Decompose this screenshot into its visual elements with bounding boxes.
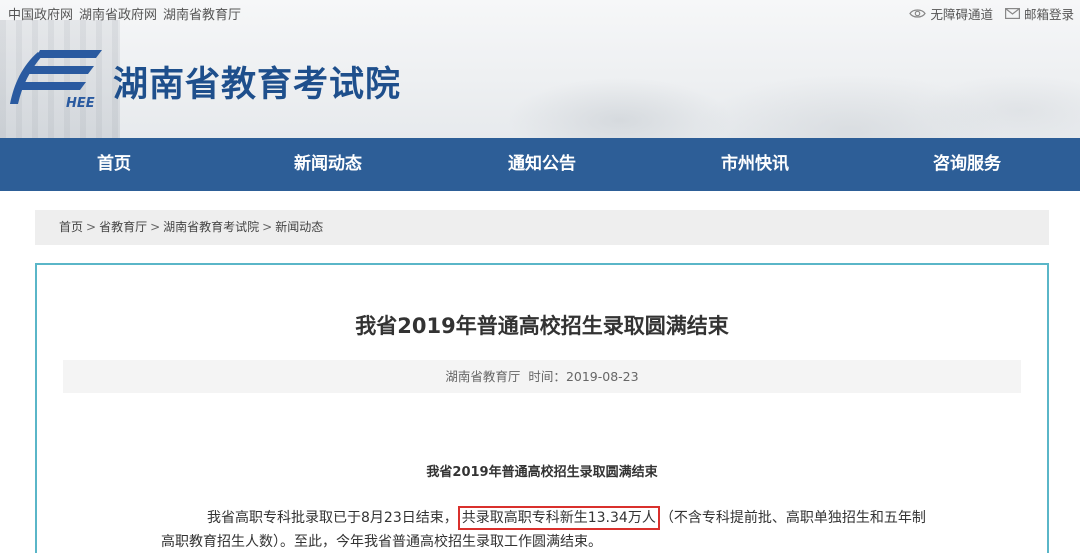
breadcrumb-separator: > xyxy=(86,220,97,234)
article-time-label: 时间： xyxy=(528,369,566,384)
utility-links: 无障碍通道 邮箱登录 xyxy=(909,4,1074,23)
site-logo[interactable]: HEE xyxy=(8,44,104,111)
nav-item-news[interactable]: 新闻动态 xyxy=(228,138,428,191)
top-links: 中国政府网 湖南省政府网 湖南省教育厅 xyxy=(8,4,241,23)
main-nav: 首页 新闻动态 通知公告 市州快讯 咨询服务 xyxy=(0,138,1080,191)
accessibility-label: 无障碍通道 xyxy=(930,7,993,22)
nav-item-consulting[interactable]: 咨询服务 xyxy=(854,138,1080,191)
accessibility-link[interactable]: 无障碍通道 xyxy=(909,4,993,23)
mail-login-label: 邮箱登录 xyxy=(1023,7,1074,22)
article-title: 我省2019年普通高校招生录取圆满结束 xyxy=(355,314,729,338)
top-link-gov-cn[interactable]: 中国政府网 xyxy=(8,4,73,23)
mail-login-link[interactable]: 邮箱登录 xyxy=(1004,4,1074,23)
nav-item-notices[interactable]: 通知公告 xyxy=(428,138,656,191)
breadcrumb-separator: > xyxy=(150,220,161,234)
breadcrumb-news[interactable]: 新闻动态 xyxy=(275,220,323,234)
para1-start: 我省高职专科批录取已于8月23日结束， xyxy=(207,510,458,526)
article-date: 2019-08-23 xyxy=(565,369,639,384)
breadcrumb-exam-institute[interactable]: 湖南省教育考试院 xyxy=(163,220,259,234)
para1-highlight: 共录取高职专科新生13.34万人 xyxy=(457,506,660,530)
site-header: 中国政府网 湖南省政府网 湖南省教育厅 无障碍通道 邮箱登录 HEE 湖南省教育… xyxy=(0,0,1080,138)
logo-text: HEE xyxy=(66,96,95,110)
top-link-hunan-edu[interactable]: 湖南省教育厅 xyxy=(163,4,241,23)
eye-icon xyxy=(909,8,927,19)
breadcrumb: 首页 > 省教育厅 > 湖南省教育考试院 > 新闻动态 xyxy=(35,210,1049,245)
breadcrumb-separator: > xyxy=(262,220,273,234)
nav-item-city-news[interactable]: 市州快讯 xyxy=(656,138,854,191)
breadcrumb-home[interactable]: 首页 xyxy=(59,220,83,234)
nav-item-home[interactable]: 首页 xyxy=(0,138,228,191)
article-meta: 湖南省教育厅 时间：2019-08-23 xyxy=(63,360,1021,393)
site-title[interactable]: 湖南省教育考试院 xyxy=(113,56,401,107)
article-source: 湖南省教育厅 xyxy=(445,369,521,384)
article-subtitle: 我省2019年普通高校招生录取圆满结束 xyxy=(426,465,658,480)
article-panel: 我省2019年普通高校招生录取圆满结束 湖南省教育厅 时间：2019-08-23 … xyxy=(35,263,1049,553)
article-paragraph-2: 高职教育招生人数）。至此，今年我省普通高校招生录取工作圆满结束。 xyxy=(161,534,602,550)
top-link-hunan-gov[interactable]: 湖南省政府网 xyxy=(79,4,157,23)
para1-end: （不含专科提前批、高职单独招生和五年制 xyxy=(659,510,926,526)
article-paragraph-1: 我省高职专科批录取已于8月23日结束， 共录取高职专科新生13.34万人 （不含专科… xyxy=(207,506,926,530)
breadcrumb-edu-dept[interactable]: 省教育厅 xyxy=(99,220,147,234)
mail-icon xyxy=(1004,8,1020,19)
